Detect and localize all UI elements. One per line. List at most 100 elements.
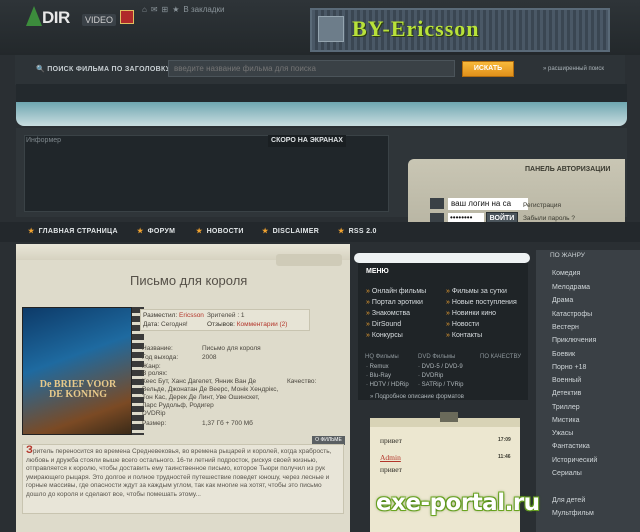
- star-icon: ★: [338, 228, 345, 235]
- menu-item-daily[interactable]: » Фильмы за сутки: [446, 288, 507, 295]
- quality-dvd5[interactable]: · DVD-5 / DVD-9: [418, 364, 463, 370]
- genre-item[interactable]: Военный: [552, 377, 581, 384]
- star-icon: ★: [28, 228, 35, 235]
- detail-year-label: Год выхода:: [142, 354, 179, 361]
- detail-quality-label: Качество:: [287, 378, 317, 385]
- top-icons: ⌂ ✉ ⊞ ★ В закладки: [142, 3, 224, 15]
- menu-item-dating[interactable]: » Знакомства: [366, 310, 410, 317]
- detail-name: Письмо для короля: [202, 345, 261, 352]
- article-title[interactable]: Письмо для короля: [130, 273, 247, 288]
- sitemap-icon[interactable]: ⊞: [162, 5, 169, 14]
- genre-item[interactable]: Драма: [552, 297, 573, 304]
- nav-forum[interactable]: ★ ФОРУМ: [137, 227, 175, 235]
- genre-item[interactable]: Катастрофы: [552, 311, 592, 318]
- menu-item-erotic[interactable]: » Портал эротики: [366, 299, 423, 306]
- detail-cast-3: Тон Кас, Дерек Де Линт, Уве Ошинскет,: [142, 394, 260, 401]
- genre-item[interactable]: Сериалы: [552, 470, 582, 477]
- search-input[interactable]: [168, 60, 455, 77]
- chat-message: привет: [380, 465, 402, 474]
- menu-item-dirsound[interactable]: » DirSound: [366, 321, 401, 328]
- banner-text: BY-Ericsson: [352, 16, 480, 41]
- genre-item[interactable]: Мистика: [552, 417, 579, 424]
- genre-item[interactable]: Детектив: [552, 390, 581, 397]
- author-link[interactable]: Ericsson: [179, 312, 204, 319]
- banner-cube-icon: [318, 16, 344, 42]
- nav-home[interactable]: ★ ГЛАВНАЯ СТРАНИЦА: [28, 227, 118, 235]
- site-logo[interactable]: DIR VIDEO: [24, 4, 136, 34]
- advanced-search-link[interactable]: » расширенный поиск: [543, 66, 604, 72]
- genre-item[interactable]: Комедия: [552, 270, 580, 277]
- genre-heading: ПО ЖАНРУ: [550, 252, 585, 259]
- menu-item-contests[interactable]: » Конкурсы: [366, 332, 403, 339]
- menu-title: МЕНЮ: [366, 268, 389, 275]
- dvd-heading: DVD Фильмы: [418, 354, 456, 360]
- detail-cast-4: Ларс Рудольф, Родигер: [142, 402, 214, 409]
- genre-item[interactable]: Исторический: [552, 457, 597, 464]
- genre-item[interactable]: Мелодрама: [552, 284, 590, 291]
- menu-snow: [354, 253, 530, 263]
- date-line: Дата: Сегодня!: [143, 321, 188, 328]
- quality-hdtv[interactable]: · HDTV / HDRip: [366, 382, 409, 388]
- christmas-tree-icon: [26, 6, 42, 26]
- genre-item[interactable]: Фантастика: [552, 443, 590, 450]
- header-stripe: [16, 84, 627, 102]
- banner[interactable]: BY-Ericsson: [310, 8, 610, 52]
- genre-item[interactable]: Мультфильм: [552, 510, 594, 517]
- formats-link[interactable]: » Подробное описание форматов: [370, 394, 464, 400]
- quality-satrip[interactable]: · SATRip / TVRip: [418, 382, 463, 388]
- hq-heading: HQ Фильмы: [365, 354, 399, 360]
- login-field[interactable]: ваш логин на са: [448, 198, 528, 210]
- drop-cap: З: [26, 444, 33, 456]
- description-text: Зритель переносится во времена Средневек…: [26, 444, 332, 498]
- register-link[interactable]: Регистрация: [523, 202, 561, 209]
- detail-roles-label: В ролях:: [142, 370, 168, 377]
- comments-link[interactable]: Комментарии (2): [237, 321, 288, 328]
- genre-item[interactable]: Триллер: [552, 404, 580, 411]
- genre-item[interactable]: Ужасы: [552, 430, 573, 437]
- chat-user[interactable]: Admin: [380, 453, 401, 462]
- genre-item[interactable]: Для детей: [552, 497, 585, 504]
- menu-item-online[interactable]: » Онлайн фильмы: [366, 288, 426, 295]
- forgot-password-link[interactable]: Забыли пароль ?: [523, 215, 575, 222]
- home-icon[interactable]: ⌂: [142, 5, 147, 14]
- movie-poster[interactable]: De BRIEF VOOR DE KONING: [22, 307, 132, 435]
- poster-text: De BRIEF VOOR DE KONING: [39, 379, 117, 400]
- quality-remux[interactable]: · Remux: [366, 364, 389, 370]
- genre-item[interactable]: Боевик: [552, 351, 575, 358]
- article-tab: [276, 254, 342, 266]
- detail-cast-1: Кеес Бут, Ханс Дагелет, Янник Ван Де: [142, 378, 257, 385]
- detail-format: DVDRip: [142, 410, 166, 417]
- logo-video-text: VIDEO: [82, 14, 117, 26]
- clip-icon: [440, 412, 458, 422]
- menu-item-news[interactable]: » Новости: [446, 321, 479, 328]
- search-label: 🔍 ПОИСК ФИЛЬМА ПО ЗАГОЛОВКУ: [36, 66, 171, 73]
- genre-item[interactable]: Вестерн: [552, 324, 579, 331]
- quality-heading: ПО КАЧЕСТВУ: [480, 354, 522, 360]
- snow-decoration: [16, 102, 627, 126]
- menu-item-new[interactable]: » Новые поступления: [446, 299, 517, 306]
- bookmark-link[interactable]: В закладки: [183, 5, 224, 14]
- quality-dvdrip[interactable]: · DVDRip: [418, 373, 443, 379]
- views-count: Зрителей : 1: [207, 312, 245, 319]
- search-button[interactable]: ИСКАТЬ: [462, 61, 514, 77]
- nav-disclaimer[interactable]: ★ DISCLAIMER: [262, 227, 319, 235]
- mail-icon[interactable]: ✉: [151, 5, 158, 14]
- menu-item-premieres[interactable]: » Новинки кино: [446, 310, 496, 317]
- genre-item[interactable]: Приключения: [552, 337, 596, 344]
- genre-item[interactable]: Порно +18: [552, 364, 586, 371]
- quality-bluray[interactable]: · Blu-Ray: [366, 373, 391, 379]
- detail-size-label: Размер:: [142, 420, 167, 427]
- star-icon[interactable]: ★: [172, 5, 179, 14]
- nav-rss[interactable]: ★ RSS 2.0: [338, 227, 377, 235]
- detail-size: 1,37 Гб + 700 Мб: [202, 420, 253, 427]
- gift-icon: [120, 10, 134, 24]
- detail-year: 2008: [202, 354, 217, 361]
- star-icon: ★: [196, 228, 203, 235]
- menu-item-contacts[interactable]: » Контакты: [446, 332, 482, 339]
- star-icon: ★: [137, 228, 144, 235]
- coming-soon-tab[interactable]: СКОРО НА ЭКРАНАХ: [268, 135, 346, 147]
- user-icon: [430, 198, 444, 209]
- star-icon: ★: [262, 228, 269, 235]
- informer-label: Информер: [26, 137, 62, 144]
- nav-news[interactable]: ★ НОВОСТИ: [196, 227, 244, 235]
